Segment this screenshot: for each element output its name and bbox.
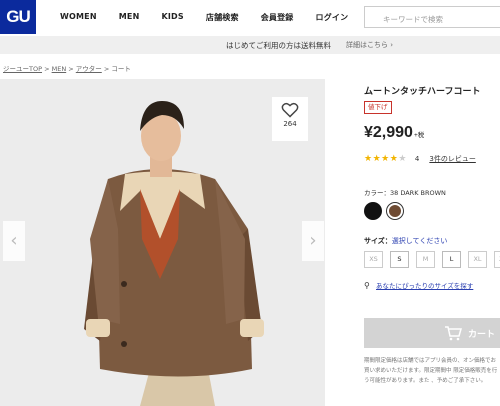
hanger-icon: ⚲: [364, 280, 370, 290]
size-option-s[interactable]: S: [390, 251, 409, 268]
price-down-badge: 値下げ: [364, 101, 392, 114]
rating-count: 4: [414, 155, 420, 163]
product-name: ムートンタッチハーフコート: [364, 87, 481, 97]
breadcrumb-men[interactable]: MEN: [52, 65, 67, 73]
nav-store-search[interactable]: 店舗検索: [206, 12, 239, 23]
gallery-prev-button[interactable]: ‹: [3, 221, 25, 261]
size-option-xs[interactable]: XS: [364, 251, 383, 268]
color-swatch-black[interactable]: [364, 202, 382, 220]
color-label: カラー：38 DARK BROWN: [364, 189, 446, 197]
reviews-link[interactable]: 3件のレビュー: [429, 154, 475, 164]
size-title: サイズ：: [364, 237, 392, 245]
star-icon: ★: [398, 154, 407, 164]
nav-register[interactable]: 会員登録: [261, 12, 294, 23]
size-option-xxl[interactable]: XX: [494, 251, 500, 268]
size-selection-prompt: 選択してください: [391, 237, 448, 245]
star-icon: ★: [381, 154, 390, 164]
chevron-left-icon: ‹: [10, 230, 18, 251]
favorite-button[interactable]: 264: [272, 97, 308, 141]
nav-men[interactable]: MEN: [119, 12, 140, 23]
add-to-cart-label: カート: [468, 330, 496, 340]
breadcrumb-outer[interactable]: アウター: [76, 65, 102, 73]
nav-kids[interactable]: KIDS: [161, 12, 183, 23]
free-shipping-message: はじめてご利用の方は送料無料: [226, 41, 331, 50]
gallery-next-button[interactable]: ›: [302, 221, 324, 261]
size-finder-link[interactable]: あなたにぴったりのサイズを探す: [376, 280, 473, 290]
product-image-gallery[interactable]: ‹ › 264: [0, 79, 325, 406]
cart-icon: [445, 326, 462, 341]
favorite-count: 264: [283, 120, 297, 128]
main-nav: WOMEN MEN KIDS 店舗検索 会員登録 ログイン: [60, 12, 370, 23]
size-label: サイズ：選択してください: [364, 236, 447, 246]
add-to-cart-button[interactable]: カート: [364, 318, 500, 348]
gu-logo[interactable]: GU: [0, 0, 36, 34]
breadcrumb-coat: コート: [111, 65, 131, 73]
heart-icon: [281, 102, 299, 118]
nav-login[interactable]: ログイン: [316, 12, 349, 23]
breadcrumb: ジーユーTOP > MEN > アウター > コート: [3, 65, 131, 73]
size-option-l[interactable]: L: [442, 251, 461, 268]
star-rating: ★★★★★: [364, 154, 407, 164]
size-finder[interactable]: ⚲ あなたにぴったりのサイズを探す: [364, 280, 473, 291]
size-options: XS S M L XL XX: [364, 251, 500, 268]
size-option-xl[interactable]: XL: [468, 251, 487, 268]
price-value: ¥2,990: [364, 124, 413, 141]
chevron-right-icon: ›: [309, 230, 317, 251]
size-option-m[interactable]: M: [416, 251, 435, 268]
rating-row: ★★★★★ 4 3件のレビュー: [364, 154, 476, 164]
color-swatch-dark-brown[interactable]: [386, 202, 404, 220]
product-price: ¥2,990+税: [364, 124, 424, 142]
star-icon: ★: [372, 154, 382, 164]
price-note: 期間限定価格は店舗ではアプリ会員の、オン価格でお買い求めいただけます。限定期間中…: [364, 358, 498, 384]
star-icon: ★: [364, 154, 373, 164]
nav-women[interactable]: WOMEN: [60, 12, 97, 23]
tax-label: +税: [413, 132, 425, 139]
product-info-panel: ムートンタッチハーフコート 値下げ ¥2,990+税 ★★★★★ 4 3件のレビ…: [364, 0, 500, 406]
breadcrumb-top[interactable]: ジーユーTOP: [3, 65, 42, 73]
